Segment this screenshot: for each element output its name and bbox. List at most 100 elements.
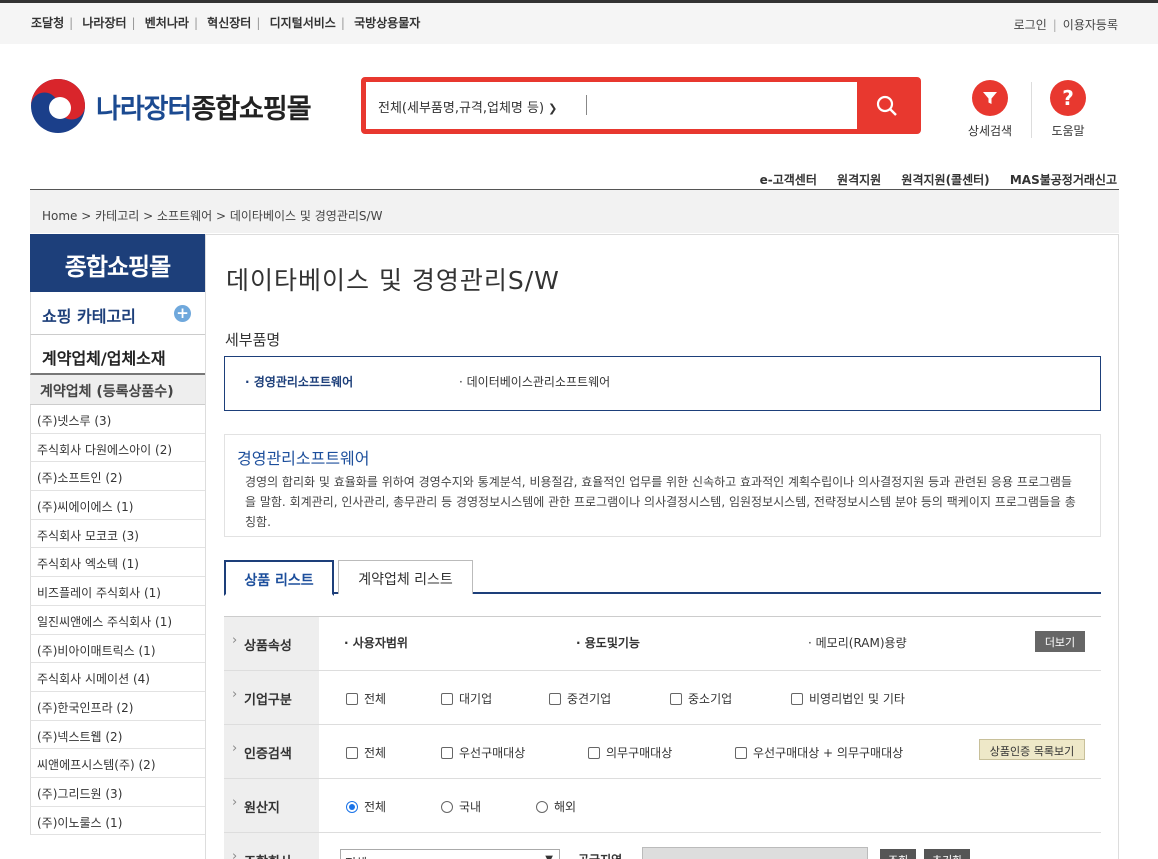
vendor-item[interactable]: (주)넥스트웹 (2): [30, 720, 205, 750]
supply-region-input[interactable]: [642, 847, 868, 859]
vendor-list-header: 계약업체 (등록상품수): [30, 375, 205, 405]
link-mas-report[interactable]: MAS불공정거래신고: [1010, 173, 1117, 187]
taegeuk-emblem-icon: [31, 79, 85, 133]
site-logo[interactable]: 나라장터종합쇼핑몰: [30, 78, 312, 134]
category-description: 경영관리소프트웨어 경영의 합리화 및 효율화를 위하여 경영수지와 통계분석,…: [224, 434, 1101, 537]
origin-domestic-radio[interactable]: 국내: [441, 798, 481, 815]
filter-icon: [972, 80, 1008, 116]
search-icon: [876, 95, 897, 116]
vendor-item[interactable]: 주식회사 시메이션 (4): [30, 663, 205, 692]
detail-search-button[interactable]: 상세검색: [960, 80, 1020, 139]
tab-vendor-list[interactable]: 계약업체 리스트: [338, 560, 473, 594]
tool-divider: [1031, 82, 1032, 138]
vendor-item[interactable]: (주)씨에이에스 (1): [30, 491, 205, 520]
logo-text: 나라장터종합쇼핑몰: [96, 93, 312, 125]
help-button[interactable]: ? 도움말: [1038, 80, 1098, 139]
vendor-item[interactable]: 주식회사 엑소텍 (1): [30, 548, 205, 578]
filter-label: 상품속성: [224, 617, 319, 670]
breadcrumb: Home > 카테고리 > 소프트웨어 > 데이타베이스 및 경영관리S/W: [30, 189, 1119, 233]
company-mid-checkbox[interactable]: 중견기업: [549, 690, 611, 707]
cert-priority-checkbox[interactable]: 우선구매대상: [441, 744, 525, 761]
description-title: 경영관리소프트웨어: [237, 449, 370, 468]
sidebar-title: 종합쇼핑몰: [30, 234, 205, 292]
filter-label: 인증검색: [224, 725, 319, 778]
link-remote-support[interactable]: 원격지원: [837, 173, 881, 187]
vendor-item[interactable]: 씨앤에프시스템(주) (2): [30, 749, 205, 778]
sidebar: 종합쇼핑몰 쇼핑 카테고리 + 계약업체/업체소재 계약업체 (등록상품수) (…: [30, 234, 206, 859]
filter-label: 조합회사: [224, 833, 319, 859]
link-remote-callcenter[interactable]: 원격지원(콜센터): [901, 173, 989, 187]
shopping-category-menu[interactable]: 쇼핑 카테고리 +: [30, 292, 205, 335]
list-tabs: 상품 리스트 계약업체 리스트: [224, 560, 1101, 596]
filter-row-company-type: 기업구분 전체 대기업 중견기업 중소기업 비영리법인 및 기타: [224, 671, 1101, 725]
attr-memory[interactable]: · 메모리(RAM)용량: [808, 634, 907, 651]
company-small-checkbox[interactable]: 중소기업: [670, 690, 732, 707]
detail-item-box: · 경영관리소프트웨어 · 데이터베이스관리소프트웨어: [224, 356, 1101, 411]
link-koneps[interactable]: 나라장터: [82, 16, 126, 30]
filter-label: 기업구분: [224, 671, 319, 724]
cert-list-button[interactable]: 상품인증 목록보기: [979, 739, 1085, 760]
vendor-item[interactable]: (주)한국인프라 (2): [30, 691, 205, 721]
detail-search-label: 상세검색: [967, 124, 1013, 138]
detail-item-link[interactable]: · 경영관리소프트웨어: [245, 373, 353, 390]
vendor-item[interactable]: 주식회사 다원에스아이 (2): [30, 433, 205, 463]
supply-region-label: 공급지역: [578, 851, 622, 859]
vendor-item[interactable]: 주식회사 모코코 (3): [30, 519, 205, 549]
reset-button[interactable]: 초기화: [924, 849, 971, 859]
agency-links: 조달청 | 나라장터 | 벤처나라 | 혁신장터 | 디지털서비스 | 국방상용물자: [31, 16, 421, 30]
page-title: 데이타베이스 및 경영관리S/W: [226, 266, 560, 295]
filter-row-certification: 인증검색 전체 우선구매대상 의무구매대상 우선구매대상 + 의무구매대상 상품…: [224, 725, 1101, 779]
vendor-list: (주)넷스루 (3) 주식회사 다원에스아이 (2) (주)소프트인 (2) (…: [30, 405, 205, 836]
vendor-item[interactable]: (주)비아이매트릭스 (1): [30, 634, 205, 664]
vendor-item[interactable]: 비즈플레이 주식회사 (1): [30, 577, 205, 606]
search-scope-dropdown[interactable]: 전체(세부품명,규격,업체명 등) ❯: [378, 97, 557, 116]
filter-row-origin: 원산지 전체 국내 해외: [224, 779, 1101, 833]
link-defense[interactable]: 국방상용물자: [354, 16, 420, 30]
origin-foreign-radio[interactable]: 해외: [536, 798, 576, 815]
cert-mandatory-checkbox[interactable]: 의무구매대상: [588, 744, 672, 761]
filter-panel: 상품속성 · 사용자범위 · 용도및기능 · 메모리(RAM)용량 더보기 기업…: [224, 616, 1101, 859]
tab-product-list[interactable]: 상품 리스트: [224, 560, 334, 596]
search-input[interactable]: [592, 90, 852, 120]
question-icon: ?: [1050, 80, 1086, 116]
attr-user-range[interactable]: · 사용자범위: [344, 634, 408, 651]
more-button[interactable]: 더보기: [1035, 631, 1085, 652]
filter-label: 원산지: [224, 779, 319, 832]
help-label: 도움말: [1051, 124, 1085, 138]
user-links: 로그인 | 이용자등록: [1013, 18, 1118, 32]
vendor-select[interactable]: 전체▼: [340, 849, 560, 859]
link-venture[interactable]: 벤처나라: [145, 16, 189, 30]
link-pps[interactable]: 조달청: [31, 16, 64, 30]
vendor-item[interactable]: (주)넷스루 (3): [30, 405, 205, 434]
link-innovation[interactable]: 혁신장터: [207, 16, 251, 30]
login-link[interactable]: 로그인: [1014, 18, 1047, 32]
origin-all-radio[interactable]: 전체: [346, 798, 386, 815]
company-large-checkbox[interactable]: 대기업: [441, 690, 492, 707]
vendor-item[interactable]: 일진씨앤에스 주식회사 (1): [30, 605, 205, 635]
vendor-item[interactable]: (주)그리드원 (3): [30, 777, 205, 807]
chevron-down-icon: ▼: [545, 854, 553, 859]
detail-item-label: 세부품명: [225, 331, 281, 349]
company-all-checkbox[interactable]: 전체: [346, 690, 386, 707]
company-nonprofit-checkbox[interactable]: 비영리법인 및 기타: [791, 690, 905, 707]
plus-icon[interactable]: +: [174, 305, 191, 322]
query-button[interactable]: 조회: [880, 849, 917, 859]
support-links: e-고객센터 원격지원 원격지원(콜센터) MAS불공정거래신고: [744, 171, 1117, 188]
cert-all-checkbox[interactable]: 전체: [346, 744, 386, 761]
description-text: 경영의 합리화 및 효율화를 위하여 경영수지와 통계분석, 비용절감, 효율적…: [245, 475, 1076, 529]
filter-row-attributes: 상품속성 · 사용자범위 · 용도및기능 · 메모리(RAM)용량 더보기: [224, 617, 1101, 671]
vendor-item[interactable]: (주)이노룰스 (1): [30, 806, 205, 836]
attr-usage-function[interactable]: · 용도및기능: [576, 634, 640, 651]
search-button[interactable]: [857, 81, 917, 130]
cert-both-checkbox[interactable]: 우선구매대상 + 의무구매대상: [735, 744, 903, 761]
vendor-item[interactable]: (주)소프트인 (2): [30, 462, 205, 492]
search-box: 전체(세부품명,규격,업체명 등) ❯: [361, 77, 921, 134]
link-customer-center[interactable]: e-고객센터: [760, 173, 817, 187]
top-utility-bar: 조달청 | 나라장터 | 벤처나라 | 혁신장터 | 디지털서비스 | 국방상용물자 로그…: [0, 0, 1158, 44]
link-digital-service[interactable]: 디지털서비스: [270, 16, 336, 30]
detail-item-link[interactable]: · 데이터베이스관리소프트웨어: [459, 373, 610, 390]
chevron-down-icon: ❯: [548, 102, 558, 115]
register-link[interactable]: 이용자등록: [1063, 18, 1118, 32]
category-label: 쇼핑 카테고리: [42, 307, 136, 326]
vendor-location-menu[interactable]: 계약업체/업체소재: [30, 335, 205, 375]
